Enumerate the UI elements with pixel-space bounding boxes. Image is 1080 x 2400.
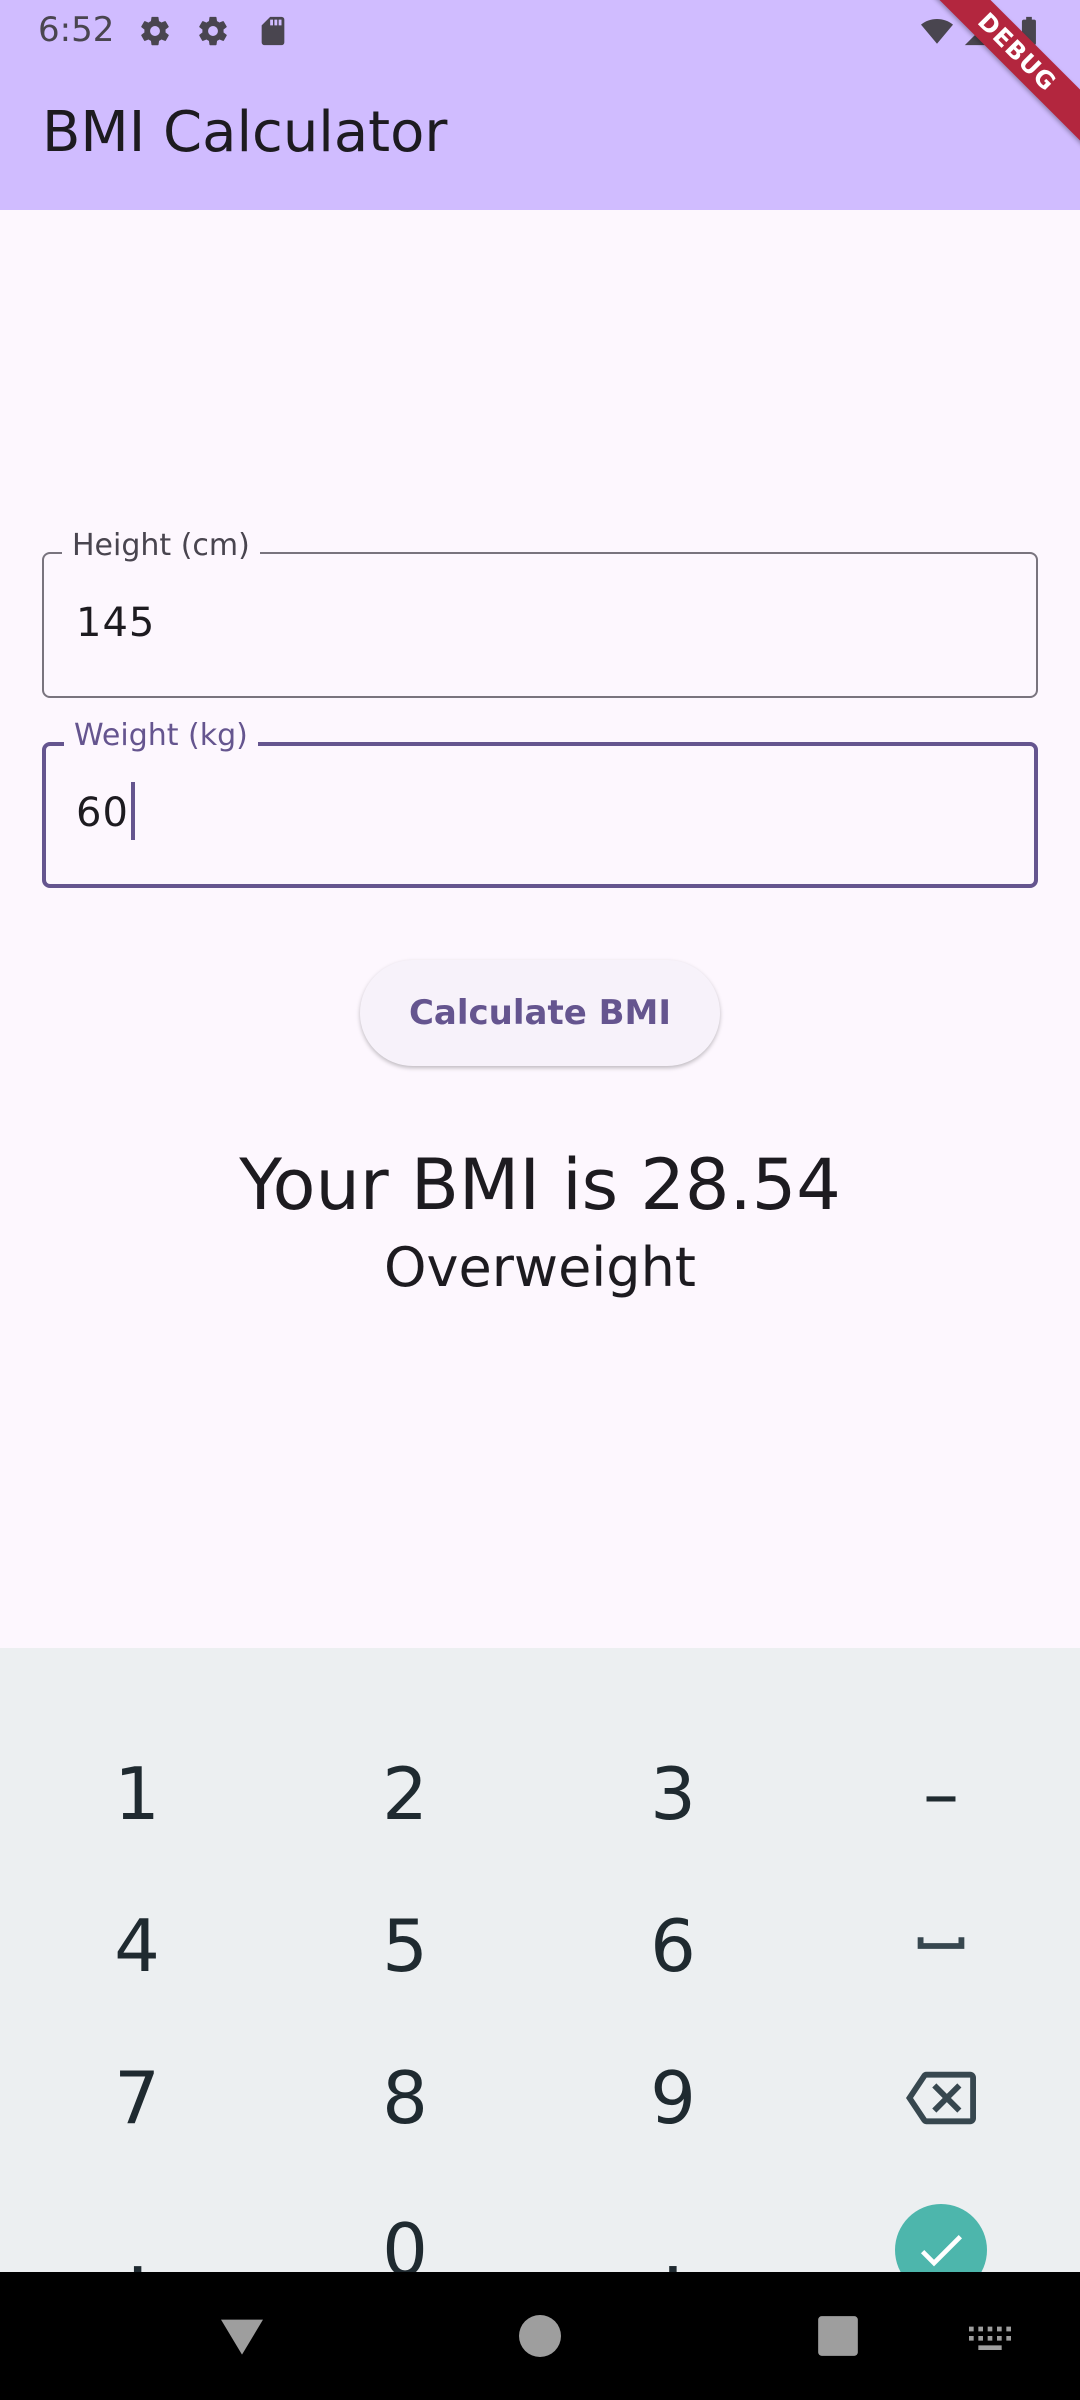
weight-field[interactable]: Weight (kg) 60 — [42, 718, 1038, 888]
key-2[interactable]: 2 — [270, 1718, 540, 1870]
bmi-result: Your BMI is 28.54 — [239, 1144, 841, 1226]
recents-icon[interactable] — [810, 2308, 866, 2364]
height-field-label: Height (cm) — [62, 528, 260, 563]
key-space[interactable] — [806, 1870, 1076, 2022]
weight-input-text: 60 — [76, 790, 129, 836]
keyboard-icon[interactable] — [962, 2308, 1018, 2364]
page-title: BMI Calculator — [42, 100, 448, 165]
key-4[interactable]: 4 — [2, 1870, 272, 2022]
space-icon — [917, 1937, 965, 1949]
back-icon[interactable] — [214, 2308, 270, 2364]
key-backspace[interactable] — [806, 2022, 1076, 2174]
settings-icon — [199, 16, 227, 46]
key-8[interactable]: 8 — [270, 2022, 540, 2174]
weight-input-value[interactable]: 60 — [76, 782, 135, 840]
weight-field-label: Weight (kg) — [64, 718, 258, 753]
backspace-icon — [906, 2071, 976, 2125]
status-time: 6:52 — [38, 10, 115, 50]
key-minus[interactable]: – — [806, 1718, 1076, 1870]
check-icon — [920, 2235, 962, 2267]
key-9[interactable]: 9 — [538, 2022, 808, 2174]
key-3[interactable]: 3 — [538, 1718, 808, 1870]
text-cursor — [130, 782, 135, 840]
wifi-icon — [920, 18, 954, 44]
app-bar: BMI Calculator — [0, 64, 1080, 210]
home-icon[interactable] — [512, 2308, 568, 2364]
bmi-category: Overweight — [384, 1236, 696, 1299]
settings-icon — [141, 16, 169, 46]
key-5[interactable]: 5 — [270, 1870, 540, 2022]
calculate-bmi-button[interactable]: Calculate BMI — [360, 960, 720, 1066]
key-7[interactable]: 7 — [2, 2022, 272, 2174]
status-bar: 6:52 — [0, 0, 1080, 64]
sd-card-icon — [261, 16, 285, 46]
height-input-value[interactable]: 145 — [76, 600, 155, 646]
navigation-bar — [0, 2272, 1080, 2400]
key-1[interactable]: 1 — [2, 1718, 272, 1870]
numeric-keyboard: 1 2 3 – 4 5 6 7 8 9 , 0 . — [0, 1648, 1080, 2296]
height-field[interactable]: Height (cm) 145 — [42, 528, 1038, 698]
key-6[interactable]: 6 — [538, 1870, 808, 2022]
